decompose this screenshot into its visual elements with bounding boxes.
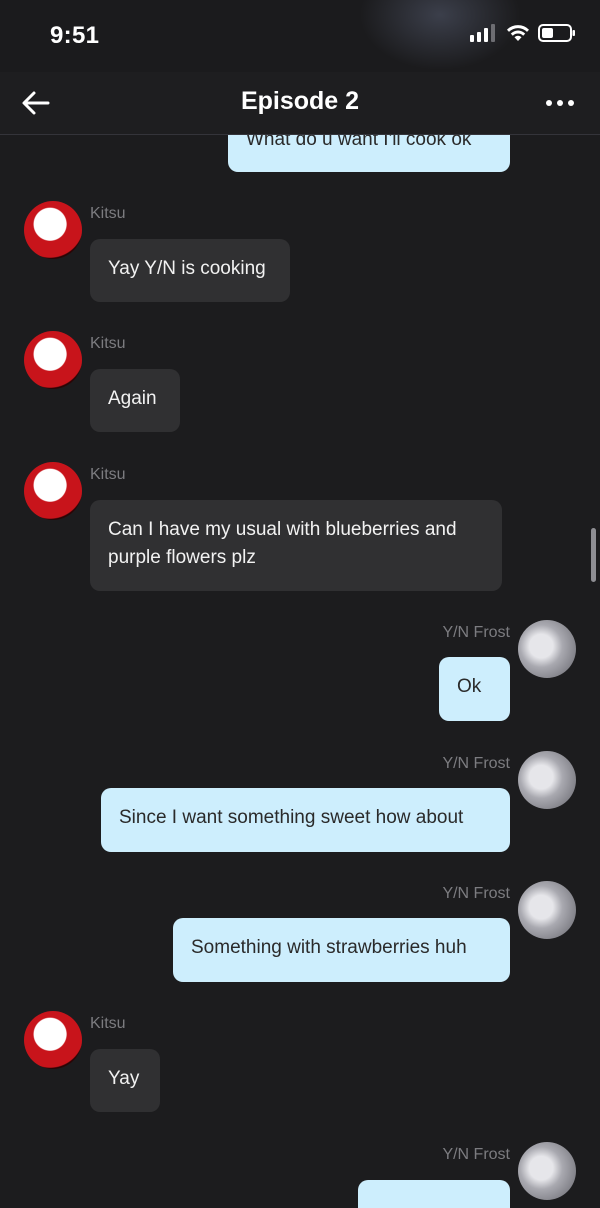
signal-icon	[470, 24, 495, 42]
page-title: Episode 2	[240, 87, 360, 115]
avatar-yn-frost[interactable]	[518, 620, 576, 678]
status-bar: 9:51	[0, 0, 600, 72]
scrollbar[interactable]	[591, 528, 596, 582]
avatar-kitsu[interactable]	[24, 1011, 82, 1069]
wifi-icon	[507, 25, 529, 41]
chat-header: Episode 2	[0, 72, 600, 135]
message-bubble-incoming[interactable]: Can I have my usual with blueberries and…	[90, 500, 502, 591]
avatar-kitsu[interactable]	[24, 201, 82, 259]
sender-name: Y/N Frost	[442, 1146, 510, 1163]
message-bubble-incoming[interactable]: Again	[90, 369, 180, 432]
sender-name: Y/N Frost	[442, 755, 510, 772]
message-bubble-outgoing[interactable]: Something with strawberries huh	[173, 918, 510, 982]
message-bubble-incoming[interactable]: Yay Y/N is cooking	[90, 239, 290, 302]
avatar-kitsu[interactable]	[24, 462, 82, 520]
sender-name: Kitsu	[90, 1015, 126, 1032]
message-bubble-incoming[interactable]: Yay	[90, 1049, 160, 1112]
status-icons	[470, 24, 576, 42]
battery-icon	[538, 24, 575, 42]
avatar-yn-frost[interactable]	[518, 1142, 576, 1200]
avatar-kitsu[interactable]	[24, 331, 82, 389]
sender-name: Kitsu	[90, 335, 126, 352]
sender-name: Kitsu	[90, 205, 126, 222]
chat-screen: What do u want I'll cook ok ​ Kitsu Yay …	[0, 0, 600, 1208]
avatar-yn-frost[interactable]	[518, 881, 576, 939]
message-bubble-outgoing[interactable]: Since I want something sweet how about	[101, 788, 510, 852]
message-bubble-outgoing[interactable]	[358, 1180, 510, 1208]
message-bubble-outgoing[interactable]: Ok	[439, 657, 510, 721]
chat-list[interactable]: What do u want I'll cook ok ​ Kitsu Yay …	[0, 0, 600, 1208]
more-icon	[546, 100, 574, 106]
status-time: 9:51	[50, 22, 100, 49]
sender-name: Y/N Frost	[442, 885, 510, 902]
sender-name: Kitsu	[90, 466, 126, 483]
more-options-button[interactable]	[542, 90, 578, 116]
sender-name: Y/N Frost	[442, 624, 510, 641]
avatar-yn-frost[interactable]	[518, 751, 576, 809]
